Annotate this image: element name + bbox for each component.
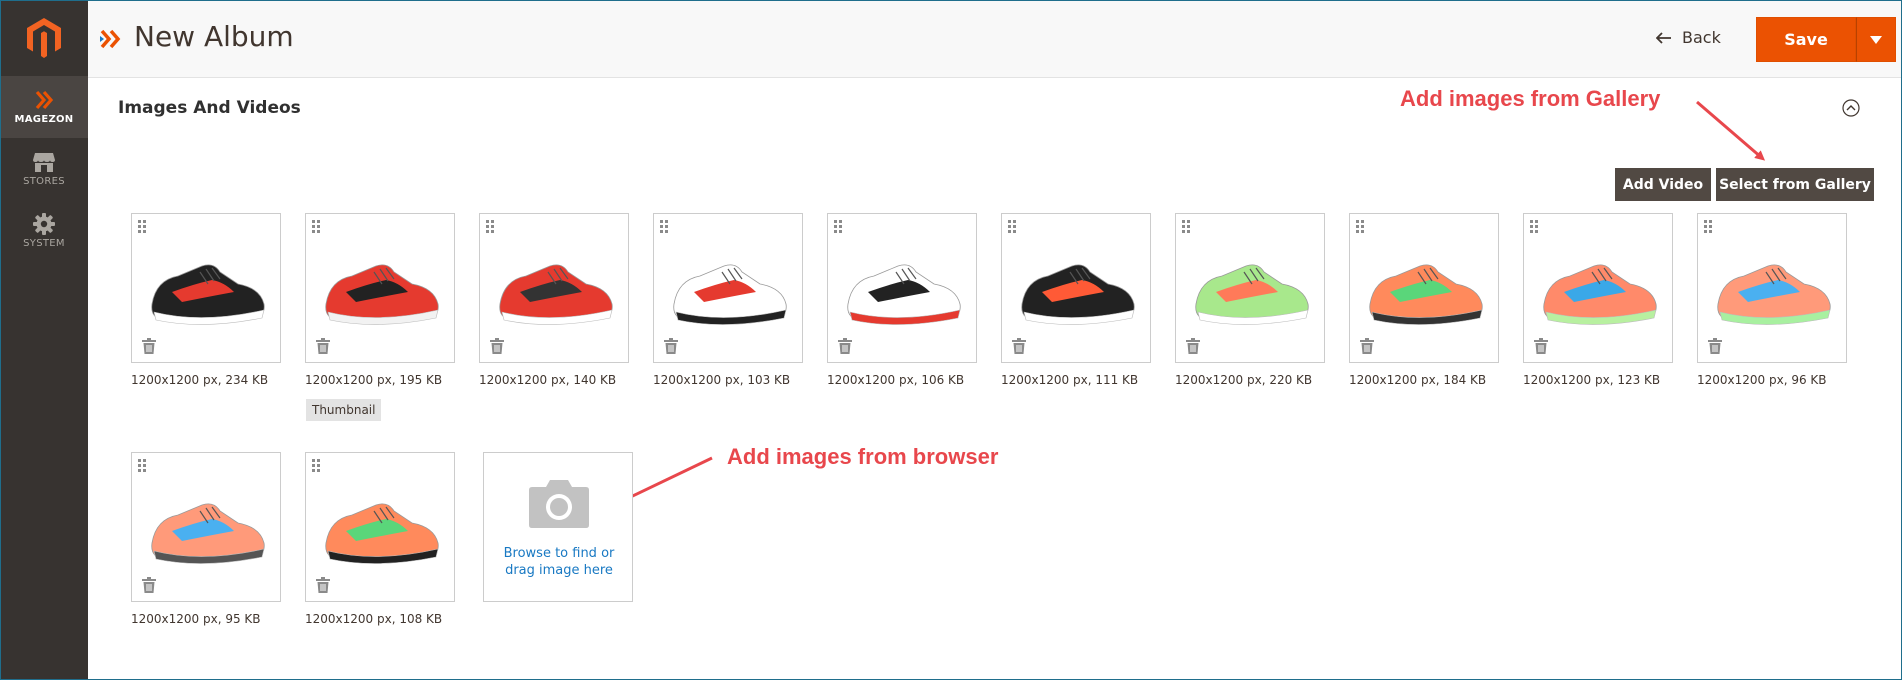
product-image [1195, 264, 1309, 325]
image-tile[interactable] [1349, 213, 1499, 363]
product-image [1543, 264, 1657, 325]
page-header: New Album Back Save [88, 0, 1901, 78]
gear-icon [33, 213, 55, 235]
image-caption: 1200x1200 px, 195 KB [305, 373, 443, 387]
camera-icon [529, 480, 589, 528]
image-tile[interactable] [479, 213, 629, 363]
magento-logo-icon [27, 18, 61, 58]
image-tile[interactable] [1175, 213, 1325, 363]
image-caption: 1200x1200 px, 234 KB [131, 373, 269, 387]
product-image [673, 264, 787, 325]
image-tile[interactable] [305, 452, 455, 602]
product-image [1369, 264, 1483, 325]
image-tile[interactable] [131, 213, 281, 363]
annotation-gallery: Add images from Gallery [1400, 86, 1661, 111]
trash-icon[interactable] [1012, 338, 1026, 354]
image-tile[interactable] [1001, 213, 1151, 363]
caret-down-icon [1870, 35, 1882, 44]
arrow-to-gallery [1696, 100, 1766, 161]
product-image [325, 264, 439, 325]
image-caption: 1200x1200 px, 95 KB [131, 612, 261, 626]
image-caption: 1200x1200 px, 108 KB [305, 612, 443, 626]
trash-icon[interactable] [316, 577, 330, 593]
image-caption: 1200x1200 px, 103 KB [653, 373, 791, 387]
trash-icon[interactable] [664, 338, 678, 354]
product-image [1717, 264, 1831, 325]
image-tile[interactable] [653, 213, 803, 363]
image-tile[interactable] [131, 452, 281, 602]
trash-icon[interactable] [142, 338, 156, 354]
store-icon [33, 153, 55, 172]
annotation-browser: Add images from browser [727, 444, 999, 469]
product-image [499, 264, 613, 325]
collapse-icon[interactable] [1842, 99, 1860, 117]
sidebar-item-magezon[interactable]: MAGEZON [0, 76, 88, 138]
image-tile[interactable] [1697, 213, 1847, 363]
back-label: Back [1682, 28, 1721, 47]
image-caption: 1200x1200 px, 111 KB [1001, 373, 1139, 387]
image-tile[interactable] [1523, 213, 1673, 363]
image-upload-dropzone[interactable]: Browse to find or drag image here [483, 452, 633, 602]
product-image [1021, 264, 1135, 325]
sidebar-item-label: SYSTEM [23, 238, 65, 249]
trash-icon[interactable] [1534, 338, 1548, 354]
product-image [151, 264, 265, 325]
sidebar-item-stores[interactable]: STORES [0, 138, 88, 200]
trash-icon[interactable] [142, 577, 156, 593]
image-caption: 1200x1200 px, 220 KB [1175, 373, 1313, 387]
image-caption: 1200x1200 px, 96 KB [1697, 373, 1827, 387]
image-caption: 1200x1200 px, 106 KB [827, 373, 965, 387]
back-button[interactable]: Back [1656, 28, 1721, 47]
image-tile[interactable] [827, 213, 977, 363]
save-options-toggle[interactable] [1856, 17, 1896, 62]
product-image [847, 264, 961, 325]
image-caption: 1200x1200 px, 123 KB [1523, 373, 1661, 387]
magezon-icon [35, 90, 54, 110]
image-role-badge: Thumbnail [306, 399, 382, 421]
trash-icon[interactable] [316, 338, 330, 354]
trash-icon[interactable] [490, 338, 504, 354]
magento-logo[interactable] [0, 0, 88, 76]
image-tile[interactable] [305, 213, 455, 363]
trash-icon[interactable] [1186, 338, 1200, 354]
sidebar-item-label: STORES [23, 176, 65, 187]
upload-instructions[interactable]: Browse to find or drag image here [484, 545, 634, 579]
section-title: Images And Videos [118, 98, 301, 118]
magezon-icon [100, 29, 121, 49]
add-video-button[interactable]: Add Video [1615, 168, 1711, 201]
save-button[interactable]: Save [1756, 17, 1856, 62]
product-image [151, 503, 265, 564]
page-title: New Album [134, 20, 294, 53]
image-caption: 1200x1200 px, 140 KB [479, 373, 617, 387]
admin-sidebar: MAGEZON STORES SYSTEM [0, 0, 88, 680]
trash-icon[interactable] [1360, 338, 1374, 354]
upload-line-1: Browse to find or [503, 546, 615, 561]
sidebar-item-system[interactable]: SYSTEM [0, 200, 88, 262]
sidebar-item-label: MAGEZON [14, 114, 74, 125]
select-from-gallery-button[interactable]: Select from Gallery [1716, 168, 1874, 201]
image-caption: 1200x1200 px, 184 KB [1349, 373, 1487, 387]
upload-line-2: drag image here [505, 563, 613, 578]
product-image [325, 503, 439, 564]
trash-icon[interactable] [1708, 338, 1722, 354]
trash-icon[interactable] [838, 338, 852, 354]
arrow-left-icon [1656, 31, 1671, 44]
